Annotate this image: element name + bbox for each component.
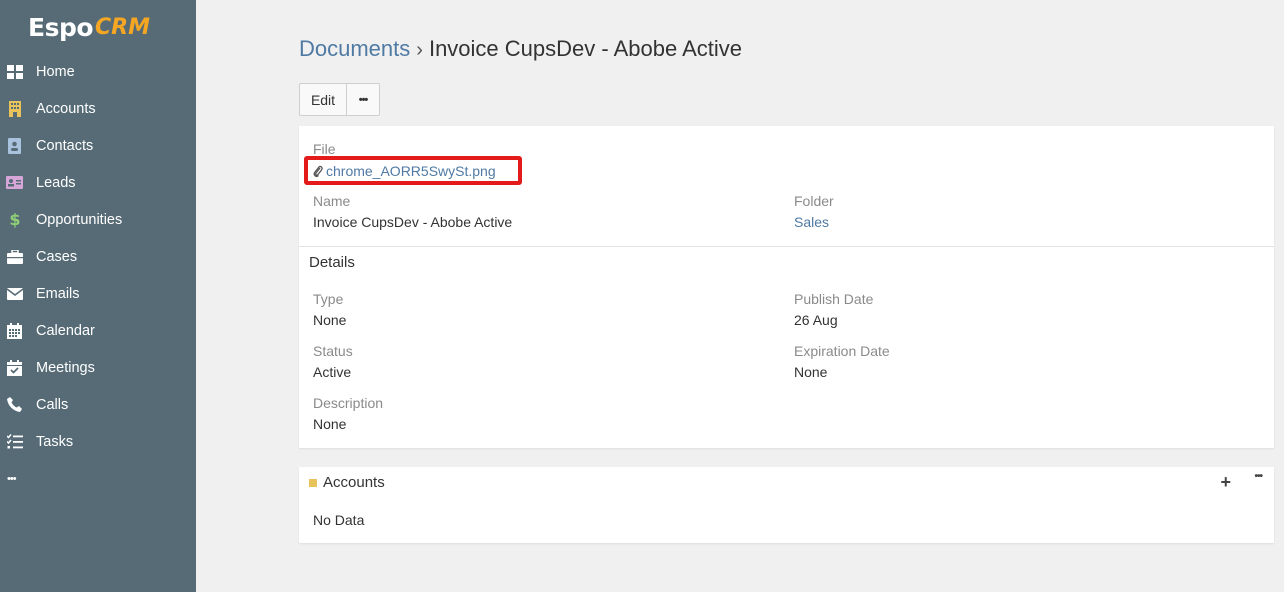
calendar-check-icon (6, 359, 23, 376)
file-label: File (313, 141, 336, 157)
add-account-button[interactable]: + (1220, 472, 1231, 493)
dollar-icon: $ (6, 211, 23, 228)
details-section-title: Details (309, 254, 355, 271)
section-divider (299, 246, 1274, 247)
sidebar-item-cases[interactable]: Cases (0, 238, 196, 275)
sidebar-item-calendar[interactable]: Calendar (0, 312, 196, 349)
sidebar-item-tasks[interactable]: Tasks (0, 423, 196, 460)
accounts-panel-title: Accounts (323, 474, 385, 491)
more-actions-button[interactable]: ••• (347, 83, 380, 116)
page-title: Invoice CupsDev - Abobe Active (428, 36, 743, 61)
status-label: Status (313, 343, 353, 359)
type-value: None (313, 312, 347, 328)
phone-icon (6, 396, 23, 413)
sidebar-item-opportunities[interactable]: $ Opportunities (0, 201, 196, 238)
sidebar-item-label: Cases (36, 248, 78, 265)
logo-crm-text: CRM (95, 14, 151, 40)
sidebar-item-label: Calls (36, 396, 69, 413)
accounts-color-square (309, 478, 317, 487)
file-name: chrome_AORR5SwySt.png (326, 163, 496, 179)
sidebar: Espo CRM Home Accounts Contacts Leads $ … (0, 0, 196, 592)
logo-text: Espo (28, 12, 94, 42)
sidebar-item-label: Home (36, 63, 75, 80)
grid-icon (6, 63, 23, 80)
calendar-icon (6, 322, 23, 339)
sidebar-item-leads[interactable]: Leads (0, 164, 196, 201)
sidebar-item-calls[interactable]: Calls (0, 386, 196, 423)
paperclip-icon (313, 165, 323, 178)
accounts-panel: Accounts + ••• No Data (299, 467, 1274, 543)
envelope-icon (6, 285, 23, 302)
sidebar-nav: Home Accounts Contacts Leads $ Opportuni… (0, 53, 196, 497)
sidebar-more-button[interactable]: ••• (0, 460, 196, 497)
description-label: Description (313, 395, 384, 411)
svg-text:$: $ (9, 211, 20, 228)
sidebar-item-contacts[interactable]: Contacts (0, 127, 196, 164)
briefcase-icon (6, 248, 23, 265)
folder-link[interactable]: Sales (794, 214, 829, 230)
publish-date-label: Publish Date (794, 291, 874, 307)
folder-label: Folder (794, 193, 834, 209)
type-label: Type (313, 291, 344, 307)
tasks-icon (6, 433, 23, 450)
breadcrumb: Documents › Invoice CupsDev - Abobe Active (299, 36, 742, 62)
breadcrumb-documents-link[interactable]: Documents (299, 36, 410, 61)
sidebar-item-label: Calendar (36, 322, 95, 339)
record-actions: Edit ••• (299, 83, 380, 116)
main-content: Documents › Invoice CupsDev - Abobe Active… (196, 0, 1284, 592)
sidebar-item-label: Meetings (36, 359, 95, 376)
expiration-date-value: None (794, 364, 828, 380)
more-icon: ••• (7, 472, 17, 485)
sidebar-item-label: Opportunities (36, 211, 123, 228)
breadcrumb-separator: › (416, 39, 423, 61)
ellipsis-icon: ••• (358, 93, 369, 106)
name-label: Name (313, 193, 351, 209)
sidebar-item-label: Tasks (36, 433, 74, 450)
sidebar-item-label: Contacts (36, 137, 94, 154)
building-icon (6, 100, 23, 117)
record-panel: File chrome_AORR5SwySt.png Name Invoice … (299, 126, 1274, 448)
id-card-icon (6, 174, 23, 191)
publish-date-value: 26 Aug (794, 312, 838, 328)
sidebar-item-label: Leads (36, 174, 76, 191)
name-value: Invoice CupsDev - Abobe Active (313, 214, 513, 230)
expiration-date-label: Expiration Date (794, 343, 890, 359)
description-value: None (313, 416, 347, 432)
app-logo[interactable]: Espo CRM (28, 8, 150, 46)
accounts-more-button[interactable]: ••• (1254, 471, 1262, 482)
no-data-text: No Data (313, 512, 365, 528)
edit-button[interactable]: Edit (299, 83, 347, 116)
status-value: Active (313, 364, 352, 380)
sidebar-item-emails[interactable]: Emails (0, 275, 196, 312)
contact-card-icon (6, 137, 23, 154)
sidebar-item-label: Accounts (36, 100, 96, 117)
sidebar-item-home[interactable]: Home (0, 53, 196, 90)
sidebar-item-meetings[interactable]: Meetings (0, 349, 196, 386)
sidebar-item-label: Emails (36, 285, 80, 302)
sidebar-item-accounts[interactable]: Accounts (0, 90, 196, 127)
accounts-panel-header: Accounts (309, 474, 385, 491)
file-link[interactable]: chrome_AORR5SwySt.png (313, 163, 496, 179)
